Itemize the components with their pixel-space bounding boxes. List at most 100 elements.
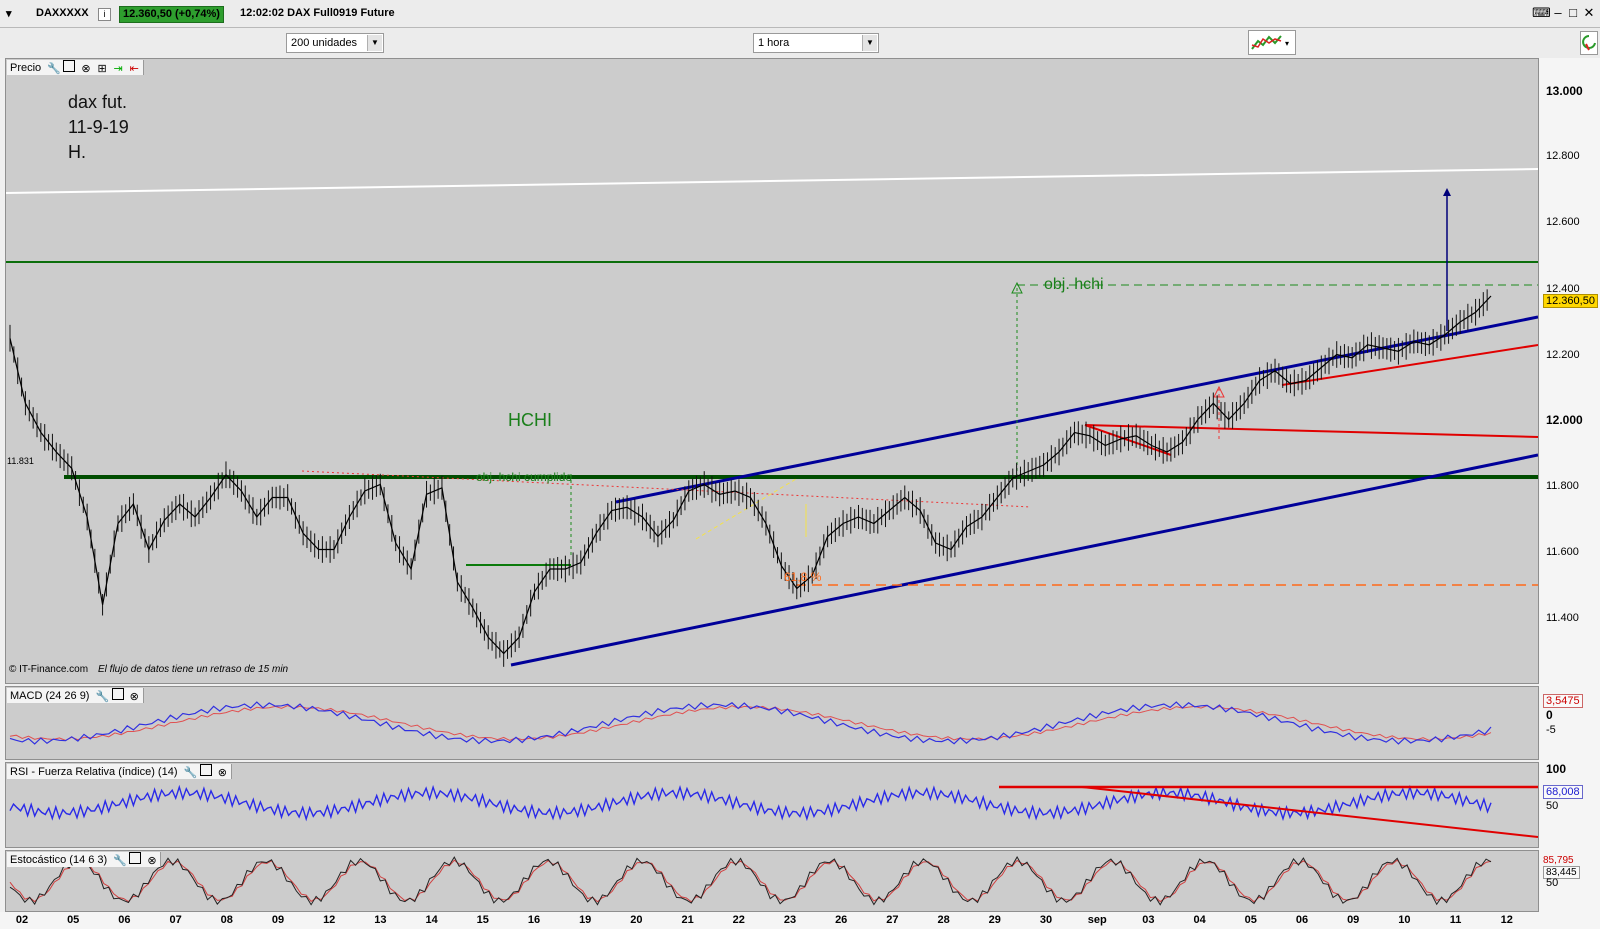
window-icon[interactable] — [129, 852, 142, 864]
chart-type-glyph: ▾ — [1251, 35, 1289, 50]
macd-value-tag: 3,5475 — [1543, 694, 1583, 708]
macd-chart — [9, 701, 1492, 745]
rsi-trend-line — [1081, 786, 1539, 838]
close-icon[interactable]: ✕ — [1582, 6, 1596, 20]
y-tick: 12.200 — [1546, 349, 1580, 361]
last-price-tag: 12.360,50 — [1543, 294, 1598, 308]
x-tick: 23 — [783, 914, 797, 926]
fib-label: 61,8 % — [784, 570, 822, 584]
close-circle-icon[interactable]: ⊗ — [218, 766, 228, 779]
interval-select-value: 1 hora — [758, 37, 790, 49]
rsi-line — [9, 784, 1492, 822]
close-circle-icon[interactable]: ⊗ — [130, 690, 140, 703]
x-tick: 16 — [527, 914, 541, 926]
channel-upper-line — [615, 315, 1538, 504]
x-tick: 21 — [681, 914, 694, 926]
stochastic-panel-title: Estocástico (14 6 3) — [10, 854, 108, 866]
x-tick: 27 — [886, 914, 899, 926]
chart-type-icon[interactable]: ▾ — [1248, 30, 1296, 55]
x-tick: 06 — [118, 914, 131, 926]
rsi-panel-title: RSI - Fuerza Relativa (índice) (14) — [10, 766, 178, 778]
price-panel-title: Precio — [10, 62, 42, 74]
y-tick: 11.800 — [1546, 480, 1579, 492]
price-panel-label: Precio 🔧 ⊗ ⊞ ⇥ ⇤ — [7, 60, 144, 75]
x-tick: 03 — [1142, 914, 1155, 926]
x-tick: 12 — [1500, 914, 1513, 926]
fib-yellow-line — [695, 478, 797, 540]
y-tick: 100 — [1546, 762, 1567, 776]
stochastic-value-tag-1: 85,795 — [1543, 855, 1574, 866]
window-icon[interactable] — [63, 60, 76, 72]
x-tick: 19 — [579, 914, 592, 926]
delete-icon[interactable]: ⇤ — [130, 62, 140, 75]
x-tick: 20 — [630, 914, 643, 926]
wrench-icon[interactable]: 🔧 — [96, 690, 110, 703]
wrench-icon[interactable]: 🔧 — [47, 62, 61, 75]
refresh-glyph — [1582, 35, 1596, 51]
macd-panel-title: MACD (24 26 9) — [10, 690, 90, 702]
units-select[interactable]: 200 unidades ▼ — [286, 33, 384, 53]
keyboard-icon[interactable]: ⌨ — [1532, 6, 1551, 20]
window-icon[interactable] — [199, 764, 212, 776]
info-icon[interactable]: i — [98, 8, 111, 21]
interval-select[interactable]: 1 hora ▼ — [753, 33, 879, 53]
chevron-down-icon[interactable]: ▼ — [367, 35, 382, 51]
window-icon[interactable] — [111, 688, 124, 700]
y-tick: 12.800 — [1546, 150, 1580, 162]
macd-signal-line — [9, 704, 1492, 742]
macd-line — [9, 701, 1492, 745]
x-tick: 28 — [937, 914, 950, 926]
units-select-value: 200 unidades — [291, 37, 358, 49]
x-tick: 26 — [835, 914, 848, 926]
red-triangle-upper — [1084, 424, 1538, 438]
export-icon[interactable]: ⇥ — [114, 62, 124, 75]
objective-label: obj. hchi — [1044, 276, 1104, 293]
x-tick: 10 — [1398, 914, 1411, 926]
x-tick: 11 — [1449, 914, 1462, 926]
wrench-icon[interactable]: 🔧 — [113, 854, 127, 867]
macd-panel[interactable]: MACD (24 26 9) 🔧 ⊗ — [5, 686, 1539, 760]
macd-panel-label: MACD (24 26 9) 🔧 ⊗ — [7, 688, 144, 703]
x-tick: 15 — [476, 914, 489, 926]
rsi-panel[interactable]: RSI - Fuerza Relativa (índice) (14) 🔧 ⊗ — [5, 762, 1539, 848]
close-circle-icon[interactable]: ⊗ — [147, 854, 157, 867]
y-tick: 12.600 — [1546, 216, 1580, 228]
white-trendline — [6, 168, 1538, 194]
refresh-icon[interactable] — [1580, 31, 1598, 55]
y-tick: 13.000 — [1546, 84, 1583, 98]
instrument-title: 12:02:02 DAX Full0919 Future — [240, 7, 395, 19]
window-menu-icon[interactable]: ▾ — [6, 7, 12, 20]
x-tick: 07 — [169, 914, 182, 926]
close-circle-icon[interactable]: ⊗ — [81, 62, 91, 75]
y-tick: -5 — [1546, 724, 1556, 736]
copyright-text: © IT-Finance.com — [9, 664, 88, 675]
x-tick: 22 — [732, 914, 745, 926]
rsi-chart — [9, 784, 1539, 838]
x-tick: 05 — [67, 914, 80, 926]
x-tick: 30 — [1039, 914, 1053, 926]
delay-note: El flujo de datos tiene un retraso de 15… — [98, 664, 289, 675]
objective-met-label: obj. hchi cumplido — [476, 470, 572, 484]
y-tick: 12.000 — [1546, 413, 1583, 427]
x-tick: 02 — [15, 914, 29, 926]
plus-icon[interactable]: ⊞ — [97, 62, 107, 75]
stochastic-panel-label: Estocástico (14 6 3) 🔧 ⊗ — [7, 852, 162, 867]
symbol-name[interactable]: DAXXXXX — [36, 7, 89, 19]
price-panel[interactable]: dax fut. 11-9-19 H. HCHI obj. hchi obj. … — [5, 58, 1539, 684]
x-tick: 14 — [425, 914, 438, 926]
stochastic-signal-line — [9, 859, 1492, 903]
x-tick: 13 — [374, 914, 387, 926]
price-change-badge: 12.360,50 (+0,74%) — [119, 6, 224, 23]
x-tick: 08 — [220, 914, 233, 926]
wrench-icon[interactable]: 🔧 — [184, 766, 198, 779]
price-chart[interactable]: dax fut. 11-9-19 H. HCHI obj. hchi obj. … — [6, 59, 1538, 683]
minimize-icon[interactable]: – — [1551, 6, 1565, 20]
maximize-icon[interactable]: □ — [1566, 6, 1580, 20]
x-tick: 06 — [1295, 914, 1309, 926]
stochastic-panel[interactable]: Estocástico (14 6 3) 🔧 ⊗ — [5, 850, 1539, 912]
chevron-down-icon[interactable]: ▼ — [862, 35, 877, 51]
y-tick: 50 — [1546, 800, 1559, 812]
x-tick: 29 — [988, 914, 1001, 926]
x-tick: sep — [1087, 914, 1107, 926]
stochastic-chart — [9, 855, 1492, 906]
